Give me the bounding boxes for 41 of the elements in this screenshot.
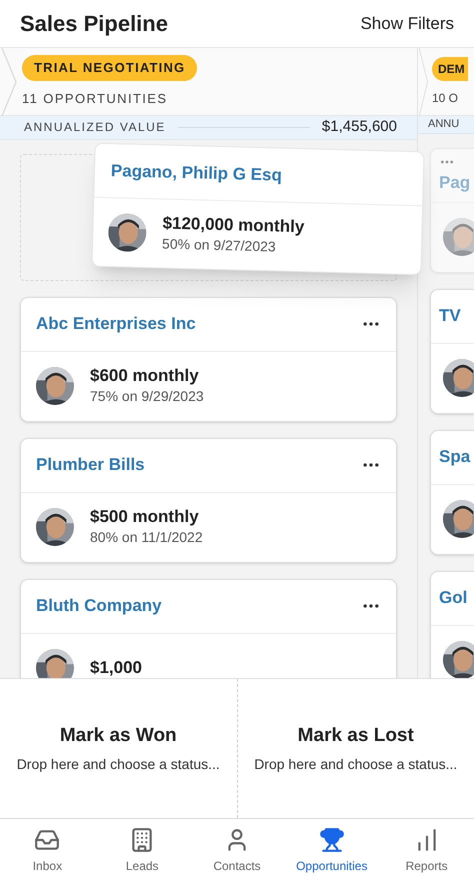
card-title[interactable]: Plumber Bills [36, 452, 145, 478]
tab[interactable]: Opportunities [284, 819, 380, 883]
dragged-card[interactable]: Pagano, Philip G Esq $120,000 monthly 50% on 9/27/2023 [91, 142, 425, 276]
amount-text: $1,000 [90, 657, 142, 678]
amount-text: $120,000 monthly [162, 212, 305, 238]
value-label: ANNUALIZED VALUE [24, 119, 166, 136]
tab[interactable]: Leads [94, 819, 190, 883]
card-title[interactable]: Abc Enterprises Inc [36, 311, 196, 337]
drop-target[interactable]: Mark as Lost Drop here and choose a status... [238, 679, 474, 818]
opportunity-card[interactable]: Bluth Company $1,000 [20, 578, 397, 678]
drop-target-title: Mark as Won [60, 724, 177, 748]
drop-target-hint: Drop here and choose a status... [254, 755, 458, 774]
amount-text: $600 monthly [90, 364, 200, 386]
tab[interactable]: Inbox [0, 819, 95, 883]
probability-text: 80% on 11/1/2022 [90, 528, 203, 548]
opportunity-card[interactable]: TV [430, 288, 474, 414]
drop-target-hint: Drop here and choose a status... [16, 755, 220, 774]
card-title[interactable]: TV [439, 303, 461, 329]
stage-badge: DEM [432, 56, 468, 80]
annualized-value: $1,455,600 [322, 117, 397, 137]
amount-text: $500 monthly [90, 506, 200, 528]
drop-target-title: Mark as Lost [298, 724, 414, 748]
tab[interactable]: Contacts [190, 819, 284, 883]
opportunity-card[interactable]: Spa [430, 430, 474, 554]
opportunity-card[interactable]: Plumber Bills $500 monthly 80% on 11/1/2022 [20, 438, 397, 562]
page-title: Sales Pipeline [20, 10, 168, 38]
card-title[interactable]: Pagano, Philip G Esq [110, 158, 282, 188]
card-title[interactable]: Gol [439, 585, 468, 611]
opportunity-count: 10 O [432, 90, 460, 106]
card-title[interactable]: Spa [439, 444, 470, 470]
stage-badge: TRIAL NEGOTIATING [22, 55, 198, 80]
opportunity-card[interactable]: Abc Enterprises Inc $600 monthly 75% on 9/29/2023 [20, 296, 397, 422]
opportunity-count: 11 OPPORTUNITIES [22, 90, 168, 108]
opportunity-card[interactable]: Gol [430, 570, 474, 678]
probability-text: 75% on 9/29/2023 [90, 387, 204, 406]
tab[interactable]: Reports [379, 819, 474, 883]
show-filters-button[interactable]: Show Filters [360, 10, 454, 36]
trophy-icon [318, 827, 345, 853]
probability-text: 50% on 9/27/2023 [162, 236, 276, 257]
value-label: ANNU [428, 117, 460, 132]
card-title[interactable]: Bluth Company [36, 593, 162, 619]
